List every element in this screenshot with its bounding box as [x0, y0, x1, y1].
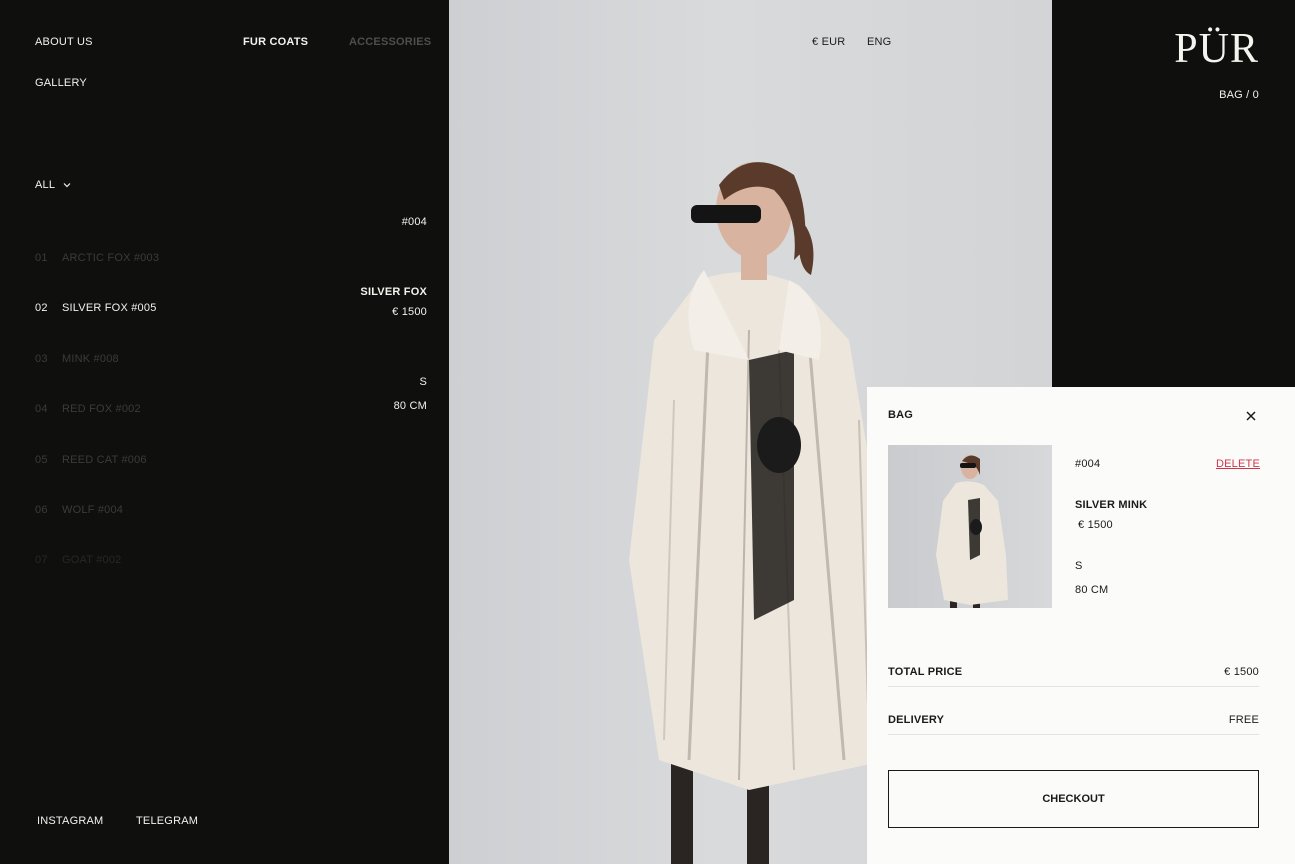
category-filter-dropdown[interactable]: ALL	[35, 179, 71, 191]
nav-about-us[interactable]: ABOUT US	[35, 36, 93, 48]
left-panel: ABOUT US GALLERY FUR COATS ACCESSORIES A…	[0, 0, 449, 864]
catalog-item-name: RED FOX #002	[62, 403, 141, 415]
product-size: S	[419, 376, 427, 388]
catalog-item-number: 03	[35, 353, 48, 365]
language-selector[interactable]: ENG	[867, 36, 891, 48]
bag-link[interactable]: BAG / 0	[1219, 89, 1259, 101]
catalog-item[interactable]: 06 WOLF #004	[35, 504, 123, 516]
catalog-item[interactable]: 05 REED CAT #006	[35, 454, 147, 466]
catalog-item-name: REED CAT #006	[62, 454, 147, 466]
catalog-item[interactable]: 01 ARCTIC FOX #003	[35, 252, 159, 264]
catalog-item-name: GOAT #002	[62, 554, 122, 566]
bag-item-thumbnail	[888, 445, 1052, 608]
catalog-item[interactable]: 07 GOAT #002	[35, 554, 121, 566]
total-price-label: TOTAL PRICE	[888, 666, 963, 678]
product-name: SILVER FOX	[360, 286, 427, 298]
product-length: 80 CM	[393, 400, 427, 412]
delivery-value: FREE	[1228, 714, 1259, 726]
total-price-row: TOTAL PRICE € 1500	[888, 666, 1259, 687]
nav-fur-coats[interactable]: FUR COATS	[243, 36, 308, 48]
delivery-label: DELIVERY	[888, 714, 945, 726]
nav-gallery[interactable]: GALLERY	[35, 77, 87, 89]
filter-label: ALL	[35, 179, 56, 191]
checkout-button[interactable]: CHECKOUT	[888, 770, 1259, 828]
catalog-item-name: MINK #008	[62, 353, 119, 365]
catalog-item-number: 07	[35, 554, 48, 566]
total-price-value: € 1500	[1224, 666, 1259, 678]
catalog-item-number: 04	[35, 403, 48, 415]
delete-button[interactable]: DELETE	[1216, 458, 1260, 470]
product-sku: #004	[401, 216, 427, 228]
bag-drawer: BAG #004 DELETE SILVER MINK € 1500 S 80 …	[867, 387, 1295, 864]
nav-accessories[interactable]: ACCESSORIES	[349, 36, 431, 48]
brand-logo[interactable]: PÜR	[1174, 25, 1259, 73]
catalog-item-name: WOLF #004	[62, 504, 124, 516]
telegram-link[interactable]: TELEGRAM	[136, 815, 198, 827]
bag-item-size: S	[1075, 560, 1083, 572]
bag-item-sku: #004	[1075, 458, 1101, 470]
bag-item-name: SILVER MINK	[1075, 499, 1148, 511]
catalog-item-name: ARCTIC FOX #003	[62, 252, 160, 264]
catalog-item-number: 02	[35, 302, 48, 314]
bag-title: BAG	[888, 409, 914, 421]
delivery-row: DELIVERY FREE	[888, 714, 1259, 735]
thumbnail-illustration	[936, 455, 1008, 608]
close-icon[interactable]	[1244, 409, 1258, 423]
catalog-item-number: 05	[35, 454, 48, 466]
catalog-item-active[interactable]: 02 SILVER FOX #005	[35, 302, 157, 314]
product-price: € 1500	[392, 306, 427, 318]
bag-item-length: 80 CM	[1075, 584, 1109, 596]
catalog-item-number: 06	[35, 504, 48, 516]
catalog-item-name: SILVER FOX #005	[62, 302, 157, 314]
chevron-down-icon	[63, 183, 71, 188]
catalog-item-number: 01	[35, 252, 48, 264]
catalog-item[interactable]: 04 RED FOX #002	[35, 403, 141, 415]
bag-item-price: € 1500	[1078, 519, 1113, 531]
currency-selector[interactable]: € EUR	[812, 36, 845, 48]
instagram-link[interactable]: INSTAGRAM	[37, 815, 103, 827]
catalog-item[interactable]: 03 MINK #008	[35, 353, 119, 365]
